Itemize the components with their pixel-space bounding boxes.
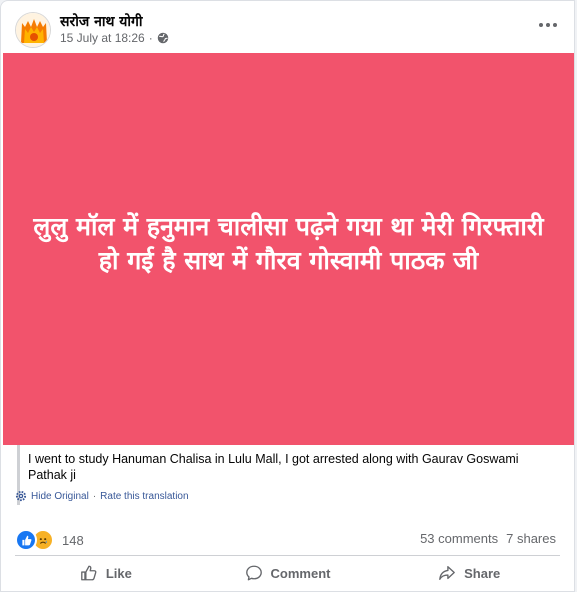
reaction-count: 148 — [62, 532, 84, 548]
banner-text: लुलु मॉल में हनुमान चालीसा पढ़ने गया था … — [33, 212, 544, 275]
more-options-icon[interactable] — [536, 15, 560, 35]
meta-separator: · — [148, 31, 153, 45]
rate-translation-link[interactable]: Rate this translation — [100, 491, 188, 502]
post-card: सरोज नाथ योगी 15 July at 18:26 · लुलु मॉ… — [0, 0, 575, 592]
share-button[interactable]: Share — [378, 559, 560, 587]
like-button[interactable]: Like — [15, 559, 197, 587]
shares-count[interactable]: 7 shares — [506, 531, 556, 546]
translation-text: I went to study Hanuman Chalisa in Lulu … — [28, 452, 519, 482]
post-timestamp[interactable]: 15 July at 18:26 — [60, 31, 145, 45]
action-bar: Like Comment Share — [15, 559, 560, 587]
translation-separator: · — [92, 490, 97, 502]
like-label: Like — [105, 565, 132, 581]
author-name[interactable]: सरोज नाथ योगी — [60, 12, 143, 31]
hide-original-link[interactable]: Hide Original — [31, 491, 89, 502]
like-reaction-icon — [15, 529, 37, 551]
post-stats: 148 53 comments 7 shares — [15, 527, 556, 551]
translate-gear-icon — [15, 490, 27, 502]
post-meta: 15 July at 18:26 · — [60, 31, 169, 45]
actions-divider — [15, 555, 560, 556]
like-icon — [80, 565, 97, 581]
comment-label: Comment — [270, 565, 331, 581]
comment-button[interactable]: Comment — [197, 559, 379, 587]
avatar[interactable] — [15, 12, 51, 48]
reactions-summary[interactable]: 148 — [15, 529, 84, 551]
share-icon — [439, 566, 455, 580]
comments-count[interactable]: 53 comments — [420, 531, 498, 546]
avatar-image — [16, 13, 50, 47]
translation-links: Hide Original · Rate this translation — [15, 490, 189, 502]
engagement-counts: 53 comments 7 shares — [420, 531, 556, 546]
globe-icon[interactable] — [157, 32, 169, 44]
share-label: Share — [464, 565, 501, 581]
post-header: सरोज नाथ योगी 15 July at 18:26 · — [15, 9, 560, 49]
comment-icon — [245, 565, 262, 581]
post-banner: लुलु मॉल में हनुमान चालीसा पढ़ने गया था … — [3, 53, 574, 445]
